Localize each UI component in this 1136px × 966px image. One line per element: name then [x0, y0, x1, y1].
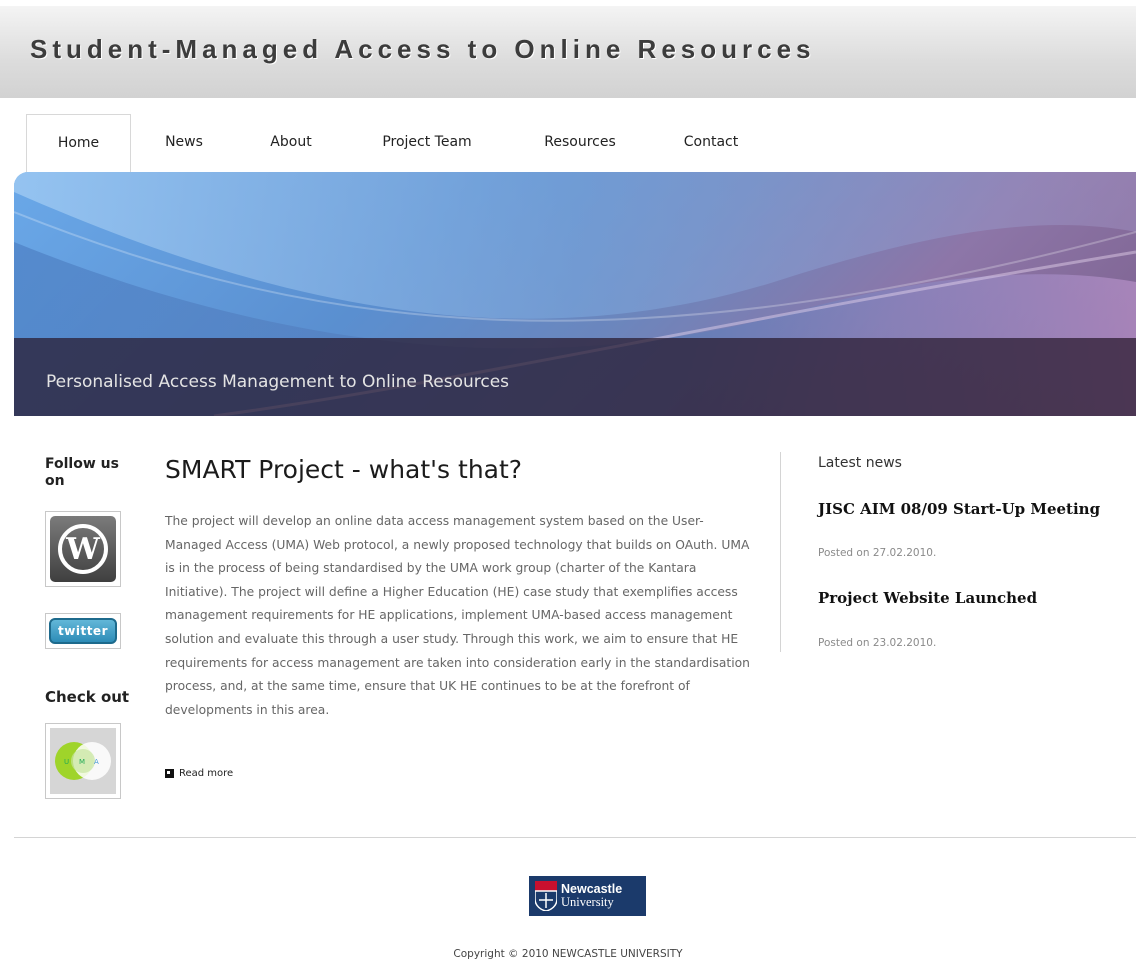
- logo-line-2: University: [561, 895, 614, 909]
- uma-link[interactable]: U M A: [45, 723, 121, 799]
- wordpress-glyph: W: [58, 524, 108, 574]
- nav-item-home[interactable]: Home: [26, 114, 131, 172]
- check-out-heading: Check out: [45, 688, 130, 706]
- arrow-icon: [165, 769, 174, 778]
- read-more-link[interactable]: Read more: [165, 768, 233, 779]
- twitter-icon: twitter: [49, 618, 117, 644]
- nav-item-resources[interactable]: Resources: [525, 114, 635, 172]
- nav-item-news[interactable]: News: [150, 114, 218, 172]
- news-item-title[interactable]: JISC AIM 08/09 Start-Up Meeting: [818, 500, 1100, 518]
- main-nav: Home News About Project Team Resources C…: [0, 98, 1136, 172]
- uma-logo-icon: U M A: [50, 728, 116, 794]
- uma-letter-u: U: [64, 758, 69, 766]
- site-header: Student-Managed Access to Online Resourc…: [0, 0, 1136, 98]
- read-more-label: Read more: [179, 768, 234, 779]
- nav-item-project-team[interactable]: Project Team: [362, 114, 492, 172]
- logo-text: Newcastle University: [561, 883, 622, 909]
- banner-caption: Personalised Access Management to Online…: [46, 372, 510, 392]
- university-shield-icon: [534, 881, 558, 912]
- uma-logo-graphic: U M A: [55, 742, 111, 780]
- latest-news-heading: Latest news: [818, 455, 902, 471]
- article-body: The project will develop an online data …: [165, 514, 750, 717]
- news-item-date: Posted on 23.02.2010.: [818, 637, 937, 649]
- hero-banner: Personalised Access Management to Online…: [14, 172, 1136, 416]
- column-divider: [780, 452, 781, 652]
- newcastle-university-logo[interactable]: Newcastle University: [529, 876, 646, 916]
- nav-item-about[interactable]: About: [254, 114, 328, 172]
- nav-item-contact[interactable]: Contact: [666, 114, 756, 172]
- copyright-text: Copyright © 2010 NEWCASTLE UNIVERSITY: [453, 948, 683, 960]
- follow-us-heading: Follow us on: [45, 456, 119, 489]
- news-item-title[interactable]: Project Website Launched: [818, 589, 1037, 607]
- twitter-link[interactable]: twitter: [45, 613, 121, 649]
- wordpress-icon: W: [50, 516, 116, 582]
- uma-letter-m: M: [79, 758, 85, 766]
- footer-divider: [14, 837, 1136, 838]
- uma-letter-a: A: [94, 758, 99, 766]
- site-title[interactable]: Student-Managed Access to Online Resourc…: [30, 34, 816, 65]
- wordpress-link[interactable]: W: [45, 511, 121, 587]
- article-title: SMART Project - what's that?: [165, 455, 523, 484]
- news-item-date: Posted on 27.02.2010.: [818, 547, 937, 559]
- shield-graphic: [534, 881, 558, 912]
